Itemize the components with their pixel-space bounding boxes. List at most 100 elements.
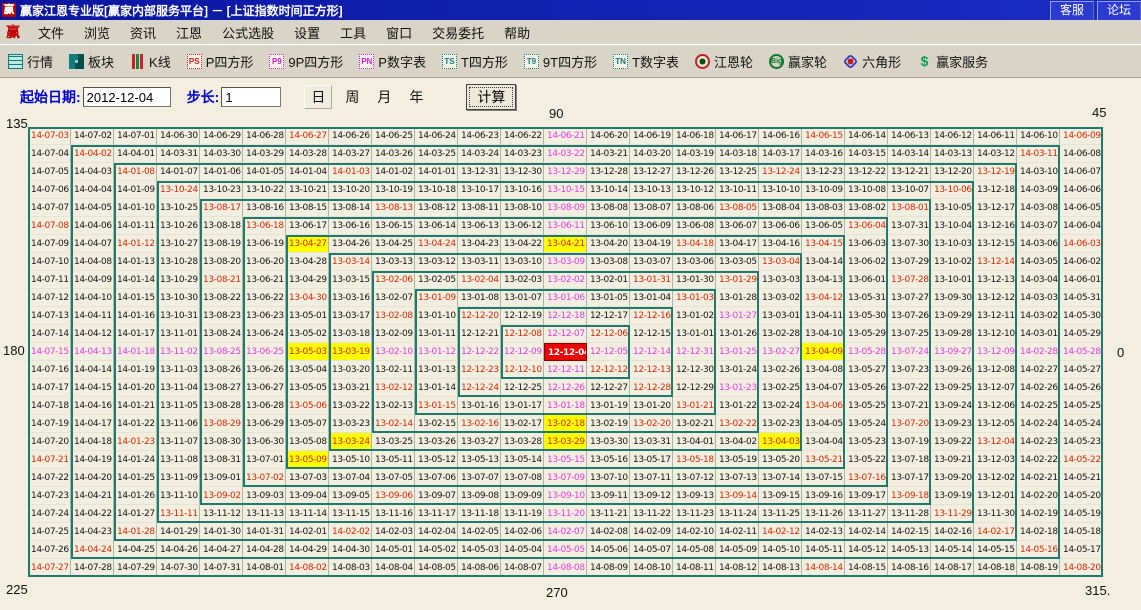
menu-item-5[interactable]: 公式选股 — [212, 23, 284, 42]
titlebar-button-1[interactable]: 客服 — [1050, 1, 1094, 20]
tool-button-t-square[interactable]: TST四方形 — [434, 49, 516, 74]
grid-cell: 14-07-12 — [28, 289, 71, 307]
grid-cell: 14-04-18 — [71, 433, 114, 451]
unit-year-button[interactable]: 年 — [409, 87, 423, 107]
grid-cell: 13-07-19 — [888, 433, 931, 451]
grid-cell: 13-08-10 — [501, 199, 544, 217]
grid-cell: 13-09-28 — [931, 325, 974, 343]
menu-item-8[interactable]: 窗口 — [376, 23, 422, 42]
grid-cell: 13-06-22 — [243, 289, 286, 307]
grid-cell: 13-12-14 — [974, 253, 1017, 271]
grid-cell: 13-12-08 — [974, 361, 1017, 379]
grid-cell: 13-09-25 — [931, 379, 974, 397]
menu-item-4[interactable]: 江恩 — [166, 23, 212, 42]
menu-item-2[interactable]: 浏览 — [74, 23, 120, 42]
grid-cell: 13-07-06 — [415, 469, 458, 487]
grid-cell: 14-06-27 — [286, 127, 329, 145]
grid-cell: 13-05-18 — [673, 451, 716, 469]
grid-cell: 14-06-25 — [372, 127, 415, 145]
grid-cell: 13-02-04 — [458, 271, 501, 289]
tool-button-p-square[interactable]: PSP四方形 — [179, 49, 262, 74]
unit-week-button[interactable]: 周 — [345, 87, 359, 107]
grid-cell: 14-02-04 — [415, 523, 458, 541]
tool-button-gann-wheel[interactable]: 江恩轮 — [687, 49, 761, 74]
grid-cell: 13-01-01 — [673, 325, 716, 343]
grid-cell: 13-09-21 — [931, 451, 974, 469]
grid-cell: 13-02-21 — [673, 415, 716, 433]
grid-cell: 13-08-20 — [200, 253, 243, 271]
grid-cell: 13-07-21 — [888, 397, 931, 415]
tool-button-winner-service[interactable]: $赢家服务 — [909, 49, 996, 74]
winner-service-icon: $ — [917, 54, 932, 69]
grid-cell: 14-01-30 — [200, 523, 243, 541]
grid-cell: 13-03-30 — [587, 433, 630, 451]
unit-month-button[interactable]: 月 — [377, 87, 391, 107]
grid-cell: 14-07-23 — [28, 487, 71, 505]
grid-cell: 13-08-31 — [200, 451, 243, 469]
grid-cell: 14-06-21 — [544, 127, 587, 145]
tool-button-hexagon[interactable]: 六角形 — [835, 49, 909, 74]
grid-cell: 13-12-19 — [974, 163, 1017, 181]
grid-cell: 13-10-07 — [888, 181, 931, 199]
grid-cell: 14-03-15 — [845, 145, 888, 163]
grid-cell: 13-04-05 — [802, 415, 845, 433]
tool-button-quote-grid[interactable]: 行情 — [0, 49, 61, 74]
grid-cell: 12-12-21 — [458, 325, 501, 343]
grid-cell: 14-04-13 — [71, 343, 114, 361]
grid-cell: 14-03-22 — [544, 145, 587, 163]
menu-item-3[interactable]: 资讯 — [120, 23, 166, 42]
menu-item-9[interactable]: 交易委托 — [422, 23, 494, 42]
grid-cell: 13-07-24 — [888, 343, 931, 361]
menu-item-7[interactable]: 工具 — [330, 23, 376, 42]
tool-button-p-number-table[interactable]: PNP数字表 — [351, 49, 434, 74]
grid-cell: 14-07-26 — [28, 541, 71, 559]
grid-cell: 13-03-08 — [587, 253, 630, 271]
grid-cell: 14-08-16 — [888, 559, 931, 577]
grid-cell: 13-01-03 — [673, 289, 716, 307]
grid-cell: 13-12-06 — [974, 397, 1017, 415]
grid-cell: 12-12-10 — [501, 361, 544, 379]
grid-cell: 13-10-04 — [931, 217, 974, 235]
tool-button-kline-candles[interactable]: K线 — [122, 49, 179, 74]
grid-cell: 13-09-05 — [329, 487, 372, 505]
grid-cell: 13-11-22 — [630, 505, 673, 523]
tool-button-9p-square[interactable]: P99P四方形 — [261, 49, 351, 74]
calculate-button[interactable]: 计算 — [466, 84, 516, 110]
grid-cell: 13-11-05 — [157, 397, 200, 415]
grid-cell: 13-04-08 — [802, 361, 845, 379]
grid-cell: 14-04-12 — [71, 325, 114, 343]
grid-cell: 14-01-18 — [114, 343, 157, 361]
step-input[interactable] — [221, 87, 281, 107]
grid-cell: 14-06-12 — [931, 127, 974, 145]
grid-cell: 13-08-03 — [802, 199, 845, 217]
grid-cell: 13-03-06 — [673, 253, 716, 271]
menu-item-1[interactable]: 文件 — [28, 23, 74, 42]
grid-cell: 13-09-08 — [458, 487, 501, 505]
tool-button-t-number-table[interactable]: TNT数字表 — [605, 49, 687, 74]
tool-button-winner-wheel[interactable]: Big赢家轮 — [761, 49, 835, 74]
unit-day-button[interactable]: 日 — [304, 85, 332, 109]
grid-cell: 13-09-26 — [931, 361, 974, 379]
grid-cell: 14-08-08 — [544, 559, 587, 577]
grid-cell: 12-12-26 — [544, 379, 587, 397]
menu-logo-icon: 赢 — [0, 22, 28, 42]
start-date-input[interactable] — [83, 87, 171, 107]
menu-item-10[interactable]: 帮助 — [494, 23, 540, 42]
grid-cell: 14-02-12 — [759, 523, 802, 541]
grid-cell: 13-05-08 — [286, 433, 329, 451]
grid-cell: 13-07-30 — [888, 235, 931, 253]
grid-cell: 13-03-01 — [759, 307, 802, 325]
grid-cell: 13-03-18 — [329, 325, 372, 343]
grid-cell: 12-12-06 — [587, 325, 630, 343]
grid-cell: 14-08-07 — [501, 559, 544, 577]
menu-item-6[interactable]: 设置 — [284, 23, 330, 42]
grid-cell: 13-09-14 — [716, 487, 759, 505]
app-logo-icon: 赢 — [2, 3, 16, 17]
menu-bar: 赢 文件浏览资讯江恩公式选股设置工具窗口交易委托帮助 — [0, 20, 1141, 45]
grid-cell: 13-10-20 — [329, 181, 372, 199]
grid-cell: 13-07-29 — [888, 253, 931, 271]
titlebar-button-2[interactable]: 论坛 — [1097, 1, 1141, 20]
tool-button-sector-blocks[interactable]: 板块 — [61, 49, 122, 74]
grid-cell: 14-05-03 — [458, 541, 501, 559]
tool-button-9t-square[interactable]: T99T四方形 — [516, 49, 605, 74]
